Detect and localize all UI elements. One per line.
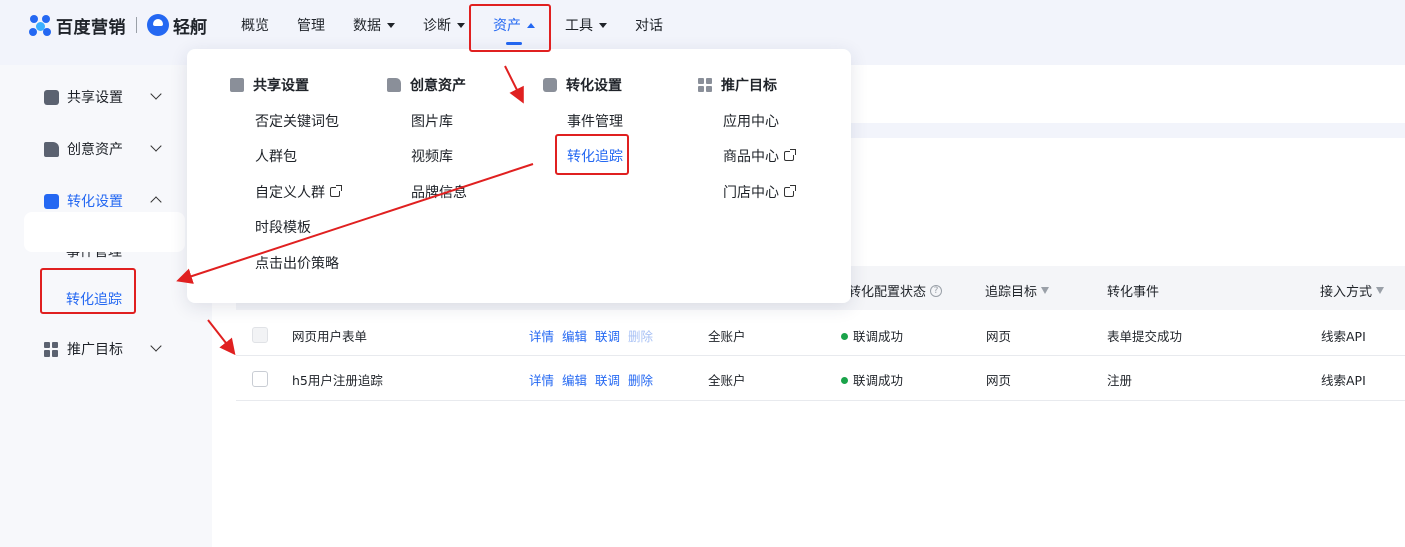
annotation-arrows — [176, 65, 534, 356]
arrow-sidebar-to-table — [207, 319, 236, 356]
arrow-assets-to-menu — [504, 65, 524, 104]
arrow-menu-to-sidebar — [176, 163, 534, 284]
